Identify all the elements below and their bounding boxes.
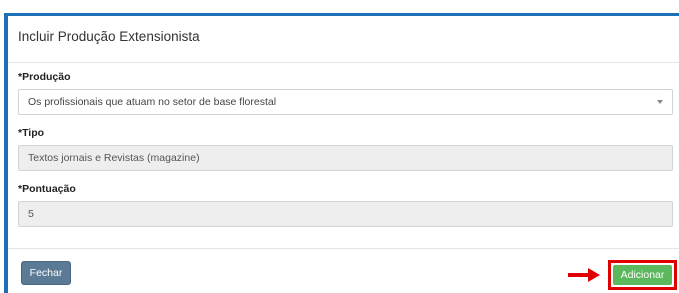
- producao-label: *Produção: [18, 71, 71, 83]
- chevron-down-icon[interactable]: [657, 100, 663, 104]
- close-button[interactable]: Fechar: [21, 261, 71, 285]
- modal-header: Incluir Produção Extensionista: [8, 16, 679, 63]
- modal-dialog: Incluir Produção Extensionista *Produção…: [8, 16, 679, 293]
- modal-title: Incluir Produção Extensionista: [18, 29, 200, 44]
- modal-footer-divider: [8, 248, 679, 249]
- arrow-right-icon: [568, 268, 600, 282]
- producao-select[interactable]: Os profissionais que atuam no setor de b…: [18, 89, 673, 115]
- tipo-field: Textos jornais e Revistas (magazine): [18, 145, 673, 171]
- screenshot-frame: Incluir Produção Extensionista *Produção…: [0, 0, 679, 293]
- pontuacao-value: 5: [28, 208, 34, 220]
- pontuacao-label: *Pontuação: [18, 183, 76, 195]
- tipo-value: Textos jornais e Revistas (magazine): [28, 152, 200, 164]
- add-button[interactable]: Adicionar: [613, 265, 672, 285]
- tipo-label: *Tipo: [18, 127, 45, 139]
- pontuacao-field: 5: [18, 201, 673, 227]
- producao-selected-value: Os profissionais que atuam no setor de b…: [28, 96, 277, 108]
